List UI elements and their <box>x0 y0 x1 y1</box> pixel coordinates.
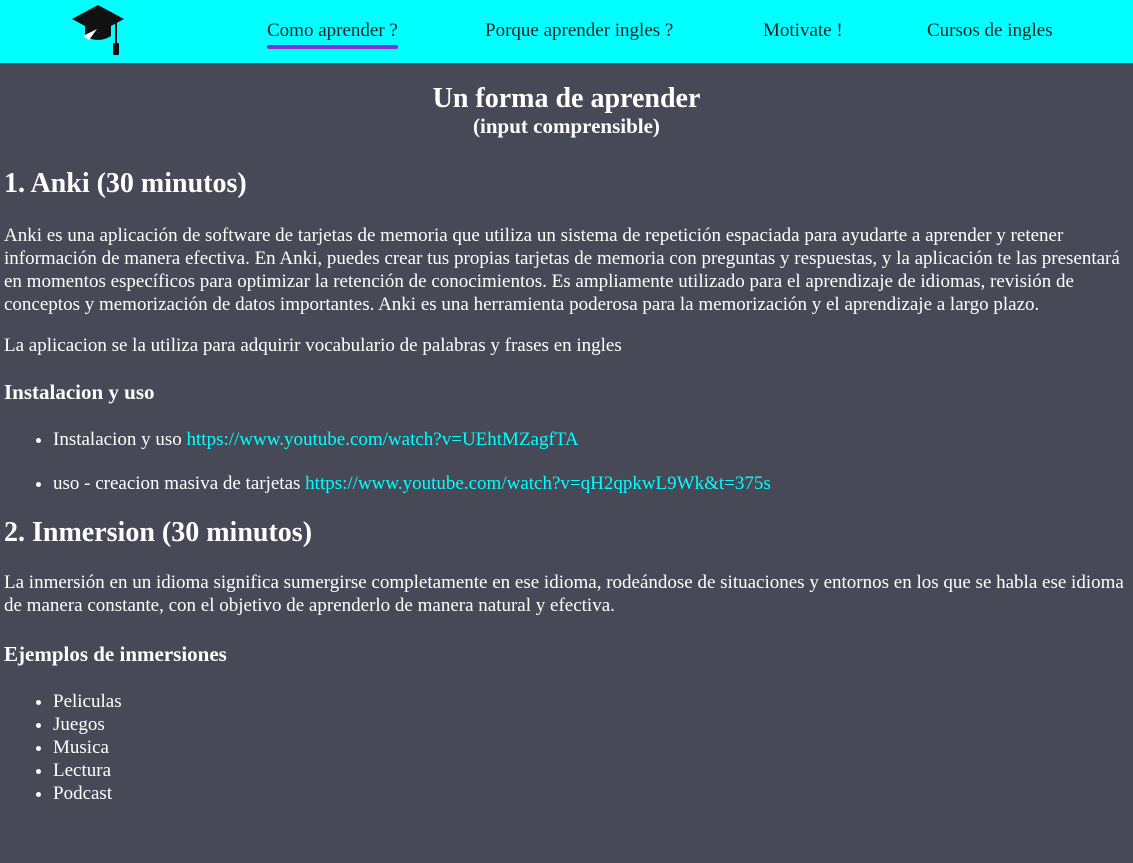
top-nav-bar: Como aprender ? Porque aprender ingles ?… <box>0 0 1133 63</box>
youtube-link-instalacion[interactable]: https://www.youtube.com/watch?v=UEhtMZag… <box>187 429 579 450</box>
page-subtitle: (input comprensible) <box>473 114 660 138</box>
section-inmersion: 2. Inmersion (30 minutos) La inmersión e… <box>4 517 1129 805</box>
section-anki: 1. Anki (30 minutos) Anki es una aplicac… <box>4 168 1129 495</box>
nav-link-como-aprender[interactable]: Como aprender ? <box>267 20 398 49</box>
hero: Un forma de aprender (input comprensible… <box>4 63 1129 138</box>
inmersion-examples-list: Peliculas Juegos Musica Lectura Podcast <box>4 690 1129 805</box>
anki-usage-note: La aplicacion se la utiliza para adquiri… <box>4 335 622 356</box>
list-item: Juegos <box>53 713 1129 736</box>
anki-resource-list: Instalacion y uso https://www.youtube.co… <box>4 428 1129 495</box>
page-title: Un forma de aprender <box>432 83 701 114</box>
youtube-link-creacion-masiva[interactable]: https://www.youtube.com/watch?v=qH2qpkwL… <box>305 473 771 494</box>
list-item: Lectura <box>53 759 1129 782</box>
resource-label: uso - creacion masiva de tarjetas <box>53 473 306 494</box>
section-title-anki: 1. Anki (30 minutos) <box>4 168 247 199</box>
section-title-inmersion: 2. Inmersion (30 minutos) <box>4 517 313 548</box>
graduation-cap-icon[interactable] <box>71 2 125 56</box>
list-item: Musica <box>53 736 1129 759</box>
main-content: Un forma de aprender (input comprensible… <box>0 63 1133 805</box>
list-item: Peliculas <box>53 690 1129 713</box>
list-item: uso - creacion masiva de tarjetas https:… <box>53 472 1129 495</box>
resource-label: Instalacion y uso <box>53 429 187 450</box>
inmersion-subtitle: Ejemplos de inmersiones <box>4 642 227 666</box>
list-item: Instalacion y uso https://www.youtube.co… <box>53 428 1129 451</box>
anki-description: Anki es una aplicación de software de ta… <box>4 225 1120 315</box>
anki-subtitle: Instalacion y uso <box>4 380 155 404</box>
nav-link-porque-aprender-ingles[interactable]: Porque aprender ingles ? <box>485 20 673 42</box>
nav-link-motivate[interactable]: Motivate ! <box>763 20 843 42</box>
nav-link-cursos-de-ingles[interactable]: Cursos de ingles <box>927 20 1053 42</box>
inmersion-description: La inmersión en un idioma significa sume… <box>4 572 1124 616</box>
list-item: Podcast <box>53 782 1129 805</box>
